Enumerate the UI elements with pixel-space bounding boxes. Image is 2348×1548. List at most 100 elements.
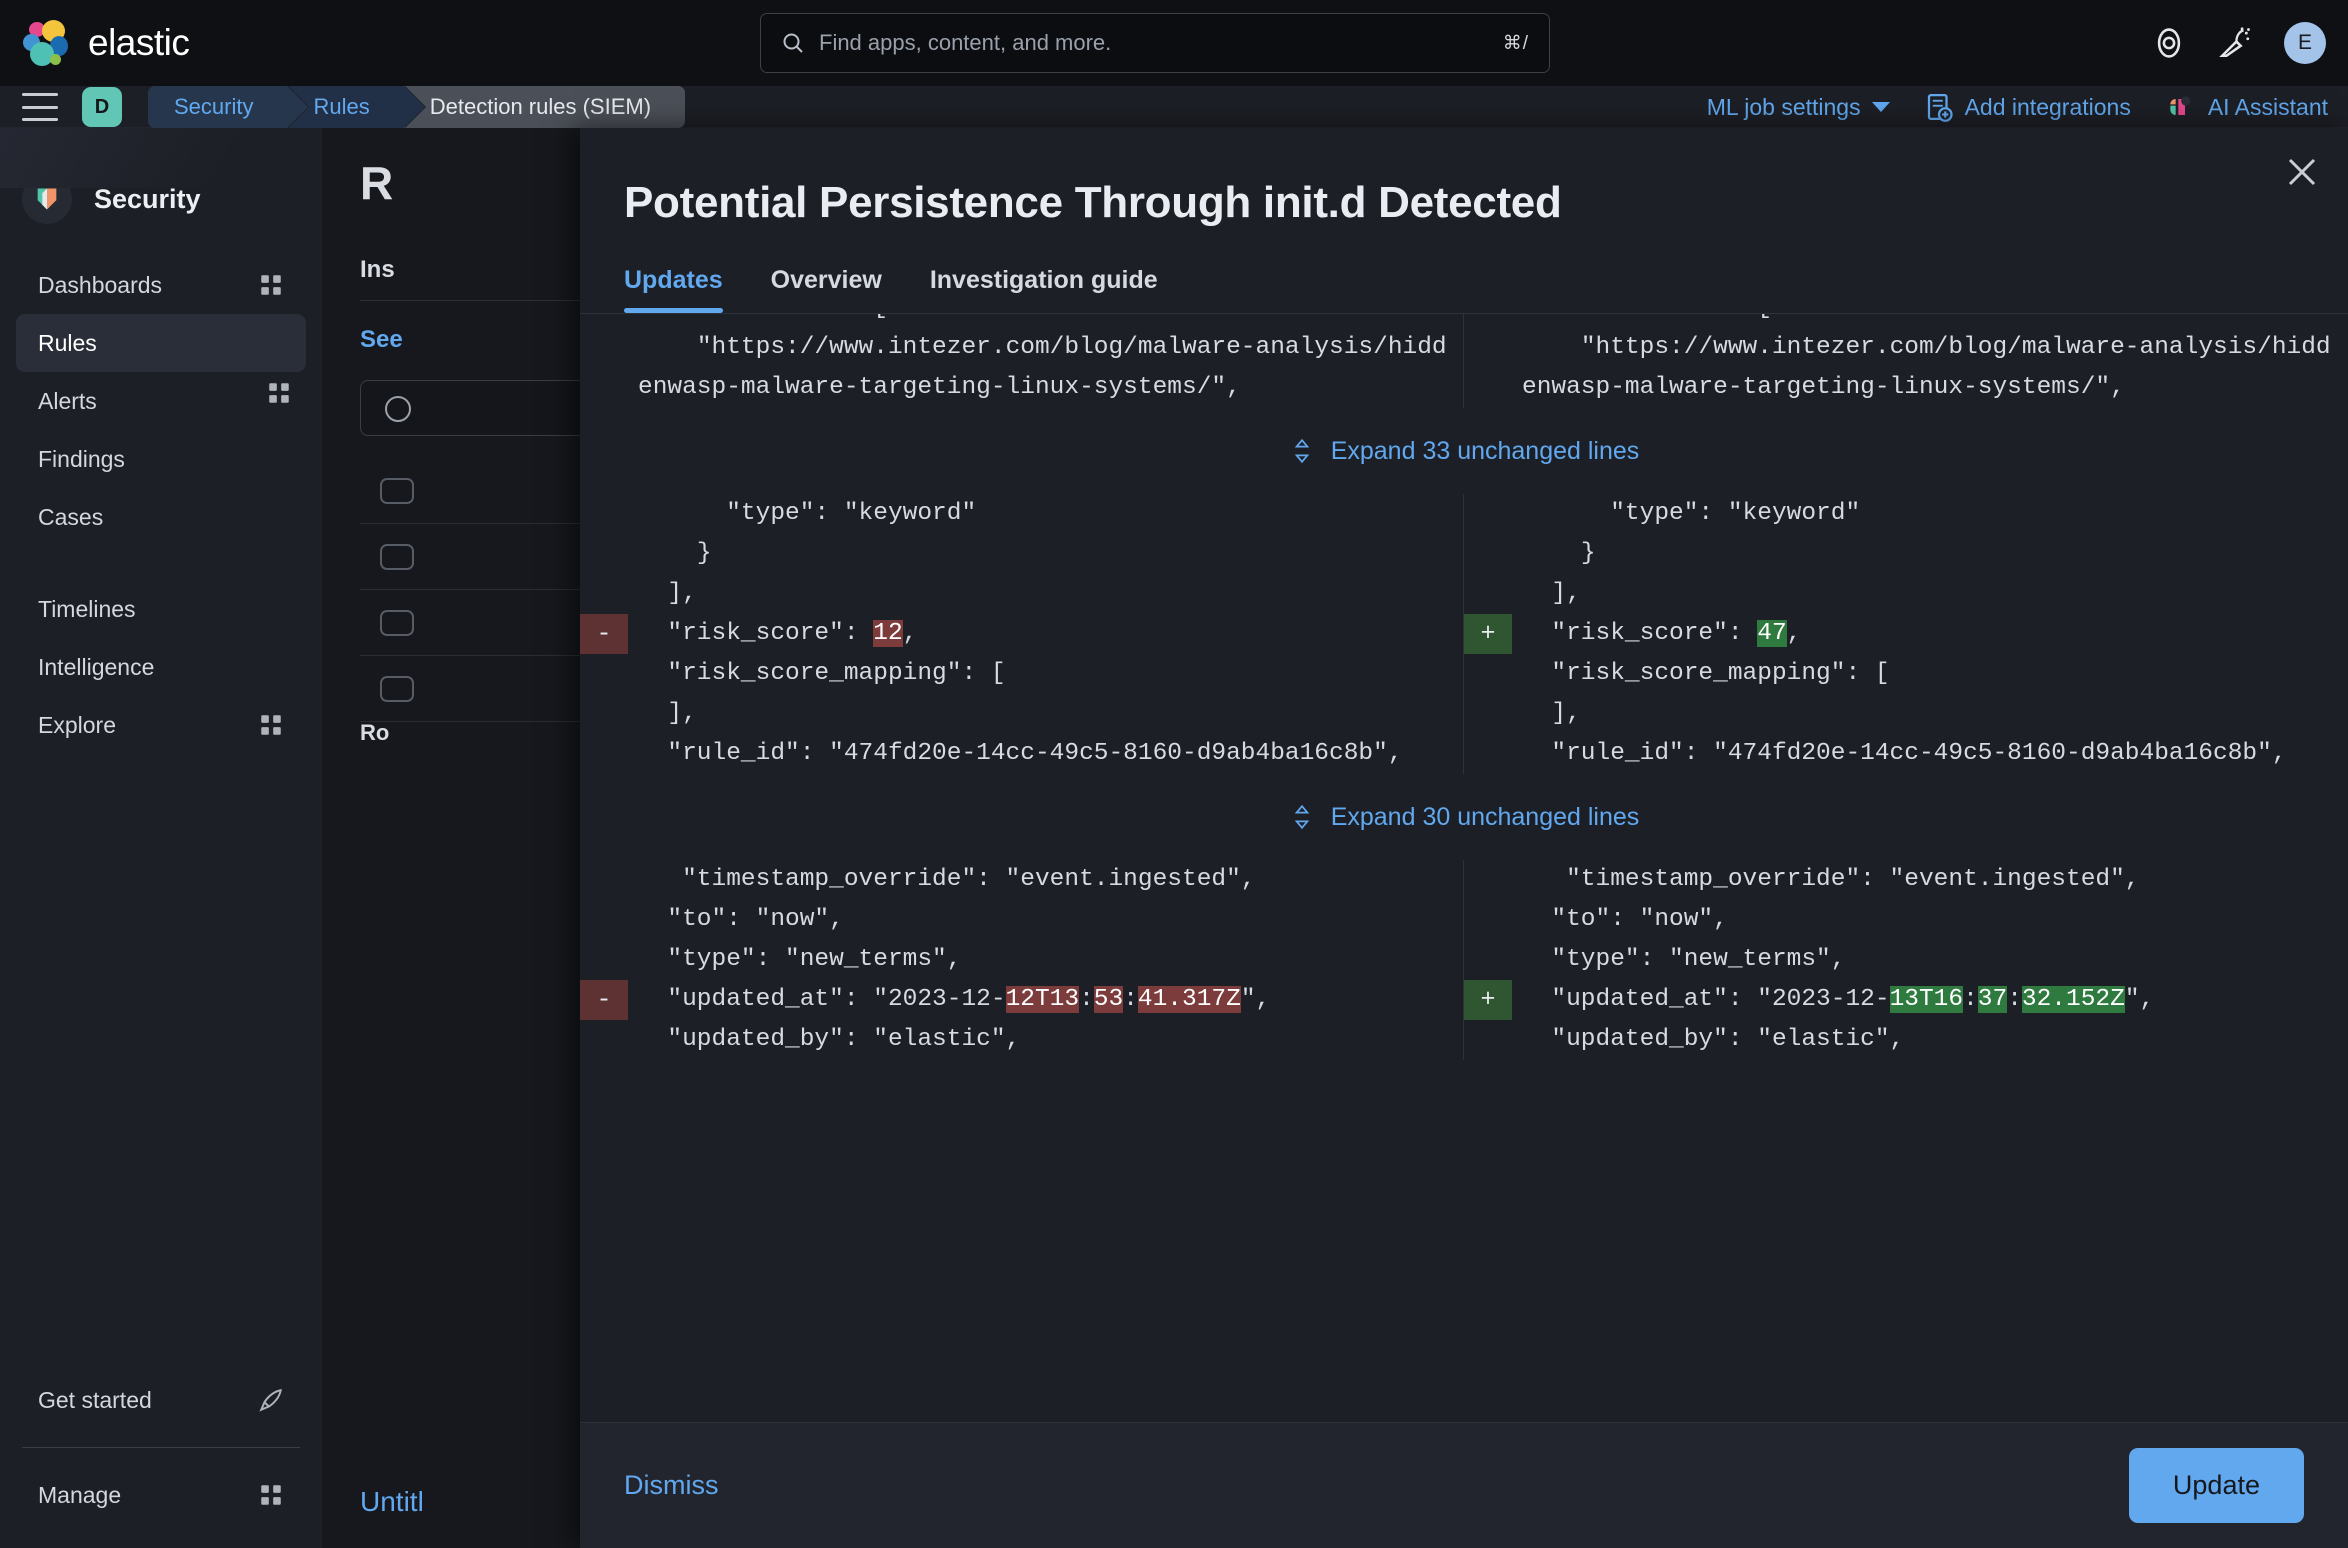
diff-cell-new: } (1464, 534, 2348, 574)
diff-code-new: "timestamp_override": "event.ingested", (1512, 860, 2348, 900)
breadcrumb-label: Detection rules (SIEM) (429, 94, 652, 119)
sidebar-item-alerts[interactable]: Alerts (16, 372, 306, 430)
sidebar-item-get-started[interactable]: Get started (16, 1371, 306, 1429)
diff-marker-removed (580, 314, 628, 328)
sidebar-divider-gap (0, 546, 322, 580)
code-text: "https://www.intezer.com/blog/malware-an… (1522, 334, 2331, 401)
expand-unchanged-lines-button[interactable]: Expand 30 unchanged lines (580, 774, 2348, 860)
sidebar-item-intelligence[interactable]: Intelligence (16, 638, 306, 696)
diff-marker-added (1464, 328, 1512, 408)
breadcrumb-item-security[interactable]: Security (148, 86, 310, 128)
diff-code-old: "type": "keyword" (628, 494, 1463, 534)
tab-overview[interactable]: Overview (771, 266, 882, 313)
space-avatar[interactable]: D (82, 87, 122, 127)
celebration-megaphone-icon[interactable] (2218, 26, 2252, 60)
diff-row-changed: - "risk_score": 12, + "risk_score": 47, (580, 614, 2348, 654)
code-text: } (638, 540, 712, 567)
removed-token: 12T13 (1005, 986, 1080, 1013)
tab-installed-rules[interactable]: Ins (360, 256, 395, 284)
code-text: ], (638, 580, 697, 607)
diff-marker-added: + (1464, 614, 1512, 654)
row-checkbox[interactable] (380, 609, 414, 636)
diff-cell-old: "type": "keyword" (580, 494, 1464, 534)
diff-code-old: "rule_id": "474fd20e-14cc-49c5-8160-d9ab… (628, 734, 1463, 774)
hamburger-menu-icon[interactable] (22, 93, 58, 121)
breadcrumb-actions: ML job settings Add integrations AI Assi… (1707, 86, 2328, 128)
diff-cell-new: "to": "now", (1464, 900, 2348, 940)
sidebar-item-label: Manage (38, 1481, 122, 1508)
diff-code-new: "https://www.intezer.com/blog/malware-an… (1512, 328, 2348, 408)
dismiss-button[interactable]: Dismiss (624, 1470, 719, 1501)
row-checkbox[interactable] (380, 543, 414, 570)
see-link[interactable]: See (360, 326, 403, 354)
diff-code-old: "updated_by": "elastic", (628, 1020, 1463, 1060)
diff-code-new: "references": [ (1512, 314, 2348, 328)
diff-row-context: "type": "new_terms", "type": "new_terms"… (580, 940, 2348, 980)
sidebar-item-explore[interactable]: Explore (16, 696, 306, 754)
sidebar-item-findings[interactable]: Findings (16, 430, 306, 488)
row-checkbox[interactable] (380, 477, 414, 504)
code-text: "updated_by": "elastic", (638, 1026, 1021, 1053)
sidebar-nav: Dashboards Rules Alerts Findings Cases T… (0, 256, 322, 754)
sidebar-item-label: Rules (38, 329, 97, 356)
security-shield-icon (22, 174, 72, 224)
untitled-timeline-link[interactable]: Untitl (360, 1486, 424, 1518)
diff-cell-new: "timestamp_override": "event.ingested", (1464, 860, 2348, 900)
avatar[interactable]: E (2284, 22, 2326, 64)
sidebar-item-label: Cases (38, 503, 104, 530)
diff-code-new: "type": "new_terms", (1512, 940, 2348, 980)
global-search-input[interactable]: Find apps, content, and more. ⌘/ (760, 13, 1550, 73)
diff-marker-removed (580, 734, 628, 774)
brand-logo[interactable]: elastic (0, 20, 190, 66)
code-text: ], (1522, 580, 1581, 607)
diff-cell-old: "risk_score_mapping": [ (580, 654, 1464, 694)
breadcrumb-item-detection-rules[interactable]: Detection rules (SIEM) (403, 86, 686, 128)
added-token: 37 (1977, 986, 2008, 1013)
code-text: ", (2124, 986, 2155, 1013)
add-integrations-button[interactable]: Add integrations (1924, 92, 2131, 122)
code-text: , (1786, 620, 1802, 647)
diff-code-old: ], (628, 574, 1463, 614)
close-icon[interactable] (2284, 154, 2320, 190)
help-circle-icon[interactable] (2152, 26, 2186, 60)
ml-job-settings-button[interactable]: ML job settings (1707, 94, 1890, 121)
diff-marker-added (1464, 314, 1512, 328)
global-header-actions: E (2152, 0, 2326, 86)
diff-row-context: "type": "keyword" "type": "keyword" (580, 494, 2348, 534)
apps-grid-icon (261, 1485, 281, 1505)
code-text: "to": "now", (1522, 906, 1728, 933)
diff-marker-removed (580, 574, 628, 614)
tab-updates[interactable]: Updates (624, 266, 723, 313)
update-button[interactable]: Update (2128, 1448, 2304, 1523)
diff-marker-added (1464, 574, 1512, 614)
breadcrumb-arrow (403, 86, 425, 128)
sidebar-item-label: Get started (38, 1386, 152, 1413)
rule-upgrade-flyout: Potential Persistence Through init.d Det… (580, 128, 2348, 1548)
expand-unchanged-lines-button[interactable]: Expand 33 unchanged lines (580, 408, 2348, 494)
sidebar-item-rules[interactable]: Rules (16, 314, 306, 372)
diff-cell-old: "updated_by": "elastic", (580, 1020, 1464, 1060)
diff-code-new: } (1512, 534, 2348, 574)
diff-viewport[interactable]: "references": [ "references": [ "https:/… (580, 314, 2348, 1422)
sidebar-item-cases[interactable]: Cases (16, 488, 306, 546)
diff-code-new: "risk_score_mapping": [ (1512, 654, 2348, 694)
flyout-title: Potential Persistence Through init.d Det… (624, 178, 1562, 227)
diff-row-context: "references": [ "references": [ (580, 314, 2348, 328)
diff-code-new: "rule_id": "474fd20e-14cc-49c5-8160-d9ab… (1512, 734, 2348, 774)
sidebar-item-dashboards[interactable]: Dashboards (16, 256, 306, 314)
row-checkbox[interactable] (380, 675, 414, 702)
code-text: "type": "keyword" (638, 500, 977, 527)
tab-investigation-guide[interactable]: Investigation guide (930, 266, 1158, 313)
diff-cell-old: "to": "now", (580, 900, 1464, 940)
diff-cell-old: - "risk_score": 12, (580, 614, 1464, 654)
diff-marker-removed (580, 494, 628, 534)
diff-row-context: "timestamp_override": "event.ingested", … (580, 860, 2348, 900)
diff-code-old: "type": "new_terms", (628, 940, 1463, 980)
rows-per-page-label: Ro (360, 720, 390, 745)
removed-token: 12 (873, 620, 903, 647)
ai-assistant-button[interactable]: AI Assistant (2165, 91, 2328, 123)
sidebar-item-timelines[interactable]: Timelines (16, 580, 306, 638)
sidebar-item-manage[interactable]: Manage (16, 1466, 306, 1524)
code-text: "type": "keyword" (1522, 500, 1861, 527)
code-text: } (1522, 540, 1596, 567)
